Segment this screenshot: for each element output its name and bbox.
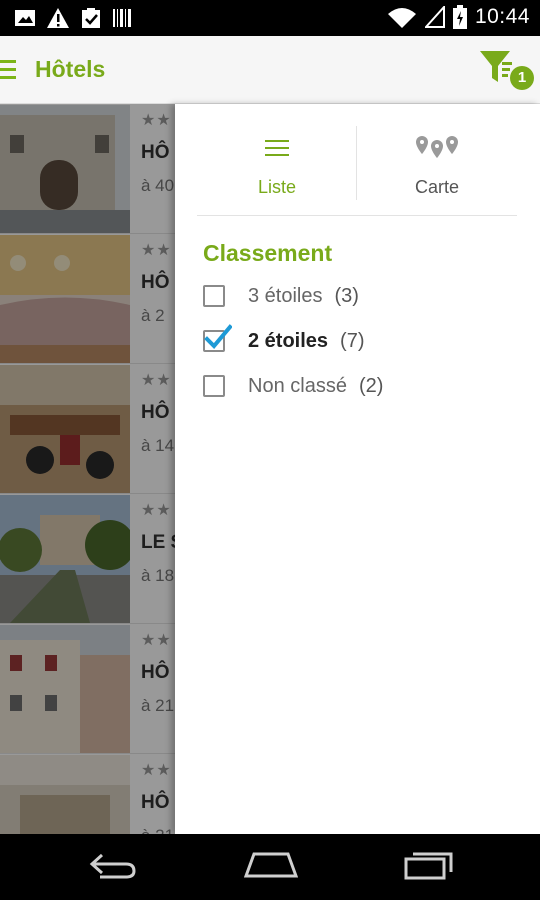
drawer-scrim[interactable] [0,104,175,834]
battery-icon [452,5,467,29]
signal-icon [424,6,445,28]
option-label: 3 étoiles [248,284,323,307]
filter-option-2-etoiles[interactable]: 2 étoiles (7) [203,324,365,356]
filter-option-non-classe[interactable]: Non classé (2) [203,371,383,401]
warning-icon [47,8,69,28]
checkbox[interactable] [203,375,225,397]
wifi-icon [387,8,416,28]
filter-drawer: Liste Carte Classement 3 étoiles (3) 2 é… [175,104,540,834]
back-icon[interactable] [88,850,138,880]
option-label: Non classé [248,374,347,397]
barcode-icon [113,9,131,27]
option-label: 2 étoiles [248,329,329,352]
clock: 10:44 [474,5,530,28]
checkbox[interactable] [203,324,232,352]
filter-count-badge: 1 [510,66,534,90]
page-title: Hôtels [35,56,106,82]
home-icon[interactable] [244,850,298,880]
tab-label: Liste [257,177,297,197]
view-mode-tabs: Liste Carte [197,104,517,216]
section-title: Classement [203,240,333,266]
list-icon [265,140,289,156]
navigation-bar [0,834,540,900]
status-bar: 10:44 [0,0,540,36]
tab-liste[interactable]: Liste [197,104,357,216]
clipboard-check-icon [82,8,100,28]
option-count: (2) [358,374,384,397]
app-bar: Hôtels 1 [0,36,540,104]
recent-apps-icon[interactable] [404,850,454,880]
menu-icon[interactable] [0,60,16,82]
checkbox[interactable] [203,285,225,307]
option-count: (3) [334,284,359,307]
filter-option-3-etoiles[interactable]: 3 étoiles (3) [203,281,359,311]
map-pins-icon [416,136,458,158]
tab-carte[interactable]: Carte [357,104,517,216]
checkmark-icon [204,324,232,349]
tab-label: Carte [414,177,459,197]
option-count: (7) [340,329,365,352]
image-icon [15,10,35,26]
filter-button[interactable]: 1 [478,48,534,92]
